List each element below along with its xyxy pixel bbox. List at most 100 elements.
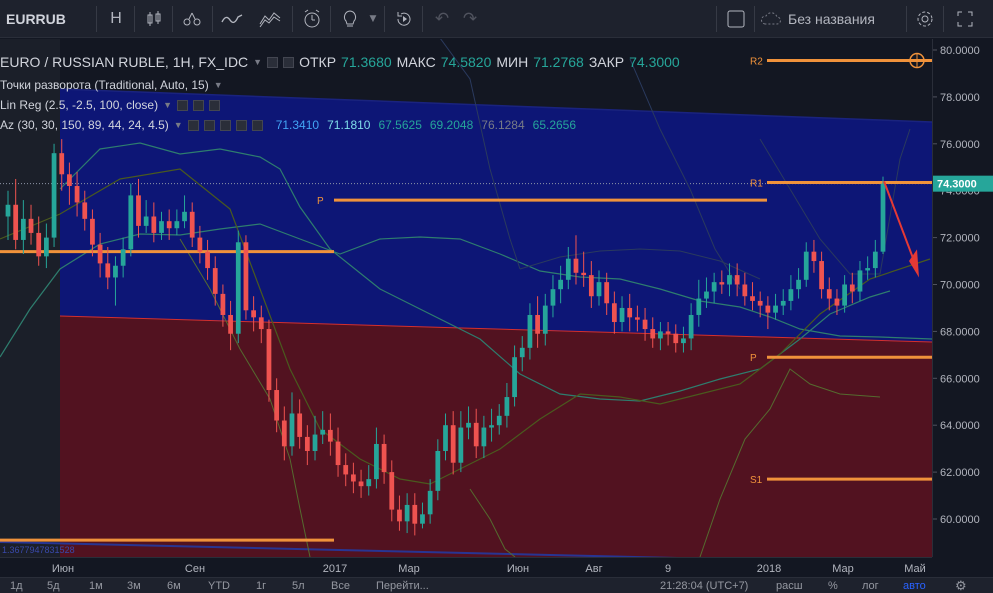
candle-body	[658, 331, 663, 339]
redo-icon[interactable]: ↷	[456, 0, 484, 38]
candle-body	[82, 202, 88, 219]
symbol-search[interactable]: EURRUB	[0, 0, 96, 38]
time-tick-label: 2017	[323, 563, 347, 575]
templates-icon[interactable]	[256, 0, 284, 38]
candle-body	[588, 275, 594, 297]
low-value: 71.2768	[533, 54, 584, 70]
gear-icon[interactable]: ⚙	[955, 578, 967, 593]
az-study-row[interactable]: Az (30, 30, 150, 89, 44, 24, 4.5) ▼ 71.3…	[0, 118, 576, 132]
candle-body	[673, 333, 679, 344]
candle-body	[619, 307, 625, 323]
candle-body	[266, 329, 272, 391]
candles-icon[interactable]	[140, 0, 168, 38]
candle-body	[389, 472, 395, 510]
range-5d[interactable]: 5д	[47, 580, 60, 592]
high-value: 74.5820	[440, 54, 492, 70]
candle-body	[504, 397, 510, 416]
pivot-study-row[interactable]: Точки разворота (Traditional, Auto, 15) …	[0, 78, 223, 92]
settings-icon[interactable]	[193, 99, 205, 111]
alert-clock-icon[interactable]	[298, 0, 326, 38]
replay-icon[interactable]	[390, 0, 418, 38]
candle-body	[374, 443, 379, 480]
candle-body	[642, 319, 648, 330]
price-chart[interactable]: R2 R1 P S1 P 1.3677947831528	[0, 39, 932, 557]
price-tick-label: 78.0000	[940, 92, 980, 104]
toolbar-separator	[212, 6, 213, 32]
goto-date-button[interactable]: Перейти...	[376, 580, 429, 592]
candle-body	[512, 357, 517, 398]
indicators-icon[interactable]	[218, 0, 246, 38]
range-6m[interactable]: 6м	[167, 580, 181, 592]
gear-icon[interactable]	[911, 0, 939, 38]
open-label: ОТКР	[299, 54, 337, 70]
interval-button[interactable]: H	[102, 0, 130, 38]
candle-body	[834, 298, 840, 306]
candle-body	[120, 249, 126, 266]
source-icon[interactable]	[219, 119, 231, 131]
undo-icon[interactable]: ↶	[428, 0, 456, 38]
candle-body	[13, 204, 19, 240]
pivot-r2-label: R2	[750, 57, 763, 68]
chevron-down-icon[interactable]: ▼	[174, 120, 183, 130]
idea-bulb-icon[interactable]	[336, 0, 364, 38]
candle-body	[5, 204, 11, 217]
eye-icon[interactable]	[267, 56, 279, 68]
price-axis[interactable]: 80.0000 78.0000 76.0000 74.0000 72.0000 70.00…	[932, 39, 993, 557]
settings-icon[interactable]	[203, 119, 215, 131]
chevron-down-icon[interactable]: ▼	[253, 57, 262, 67]
range-1d[interactable]: 1д	[10, 580, 23, 592]
candle-body	[466, 422, 471, 428]
price-tick-label: 68.0000	[940, 326, 980, 338]
clock-readout[interactable]: 21:28:04 (UTC+7)	[660, 580, 748, 592]
close-icon[interactable]	[209, 99, 221, 111]
eye-icon[interactable]	[177, 99, 189, 111]
candle-body	[519, 347, 525, 358]
eye-icon[interactable]	[187, 119, 199, 131]
candle	[235, 230, 241, 344]
chevron-down-icon[interactable]: ▼	[214, 80, 223, 90]
range-ytd[interactable]: YTD	[208, 580, 230, 592]
chart-pane[interactable]: R2 R1 P S1 P 1.3677947831528	[0, 39, 932, 557]
auto-toggle[interactable]: авто	[903, 580, 926, 592]
percent-toggle[interactable]: %	[828, 580, 838, 592]
lower-left-value: 1.3677947831528	[2, 545, 75, 555]
time-axis[interactable]: Июн Сен 2017 Мар Июн Авг 9 2018 Мар Май	[0, 557, 932, 577]
close-icon[interactable]	[251, 119, 263, 131]
extended-toggle[interactable]: расш	[776, 580, 803, 592]
settings-icon[interactable]	[283, 56, 295, 68]
pivot-p-label: P	[750, 353, 757, 364]
add-icon[interactable]	[235, 119, 247, 131]
low-label: МИН	[496, 54, 529, 70]
linreg-lower-band	[60, 316, 932, 557]
log-toggle[interactable]: лог	[862, 580, 879, 592]
pivot-study-label: Точки разворота (Traditional, Auto, 15)	[0, 78, 209, 92]
candle-body	[235, 242, 241, 334]
linreg-study-row[interactable]: Lin Reg (2.5, -2.5, 100, close) ▼	[0, 98, 221, 112]
candle-body	[420, 514, 425, 524]
save-layout-button[interactable]: Без названия	[760, 0, 910, 38]
expand-icon[interactable]	[951, 0, 979, 38]
chevron-down-icon[interactable]: ▼	[163, 100, 172, 110]
compare-icon[interactable]	[178, 0, 206, 38]
candle-body	[727, 275, 732, 285]
fullscreen-square-icon[interactable]	[722, 0, 750, 38]
candle-body	[880, 183, 886, 252]
top-toolbar: EURRUB H ▼ ↶ ↷ Без названия	[0, 0, 993, 38]
az-value: 76.1284	[481, 118, 525, 132]
candle	[880, 176, 886, 255]
candle-body	[97, 244, 103, 264]
chevron-down-icon[interactable]: ▼	[366, 0, 380, 38]
range-3m[interactable]: 3м	[127, 580, 141, 592]
open-value: 71.3680	[341, 54, 392, 70]
range-5y[interactable]: 5л	[292, 580, 305, 592]
range-1m[interactable]: 1м	[89, 580, 103, 592]
close-label: ЗАКР	[588, 54, 625, 70]
az-value: 71.1810	[327, 118, 371, 132]
last-price-label: 74.3000	[937, 179, 977, 191]
time-tick-label: Июн	[507, 563, 529, 575]
az-value: 65.2656	[532, 118, 577, 132]
range-all[interactable]: Все	[331, 580, 350, 592]
candle-body	[358, 481, 364, 487]
candle-body	[412, 504, 418, 524]
range-1y[interactable]: 1г	[256, 580, 266, 592]
